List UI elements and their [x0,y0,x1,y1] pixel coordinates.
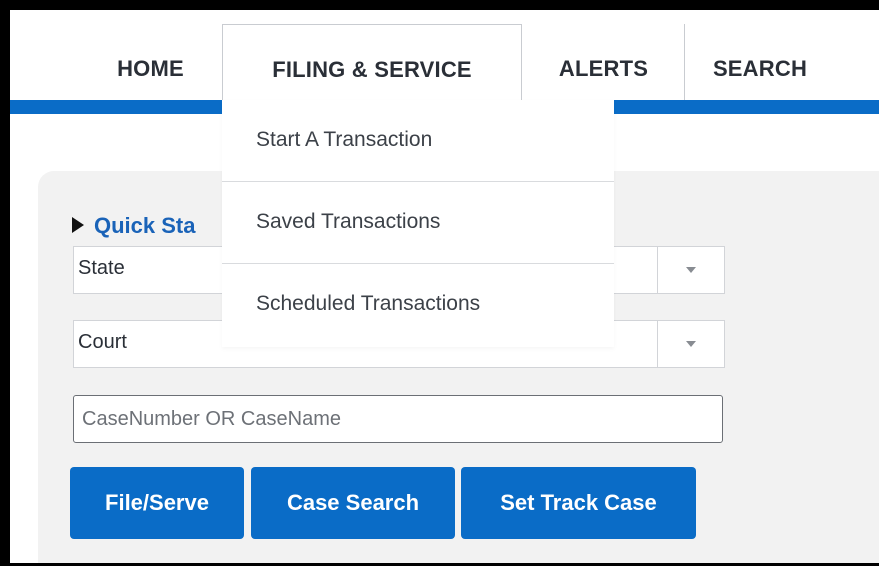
menu-item-start-transaction[interactable]: Start A Transaction [222,100,614,180]
nav-filing-service-label: FILING & SERVICE [272,57,472,82]
quick-start-title: Quick Sta [94,213,196,238]
state-select-value: State [78,257,125,279]
case-search-button[interactable]: Case Search [251,467,455,539]
court-select-value: Court [78,331,127,353]
browser-viewport: HOME FILING & SERVICE ALERTS SEARCH Quic… [10,10,879,563]
court-select-toggle[interactable] [657,321,724,367]
chevron-down-icon [686,341,696,347]
menu-item-label: Start A Transaction [256,128,433,151]
nav-alerts-label: ALERTS [558,56,649,81]
triangle-right-icon [72,217,84,234]
menu-item-scheduled-transactions[interactable]: Scheduled Transactions [222,264,614,344]
menu-item-label: Scheduled Transactions [256,292,481,315]
nav-home-label: HOME [117,56,184,81]
menu-item-saved-transactions[interactable]: Saved Transactions [222,182,614,262]
set-track-case-button[interactable]: Set Track Case [461,467,696,539]
case-search-input[interactable] [73,395,723,443]
filing-service-dropdown: Start A Transaction Saved Transactions S… [222,100,614,347]
nav-search-label: SEARCH [712,56,808,81]
chevron-down-icon [686,267,696,273]
menu-item-label: Saved Transactions [256,210,441,233]
quick-start-toggle[interactable]: Quick Sta [72,213,195,239]
file-serve-button[interactable]: File/Serve [70,467,244,539]
state-select-toggle[interactable] [657,247,724,293]
